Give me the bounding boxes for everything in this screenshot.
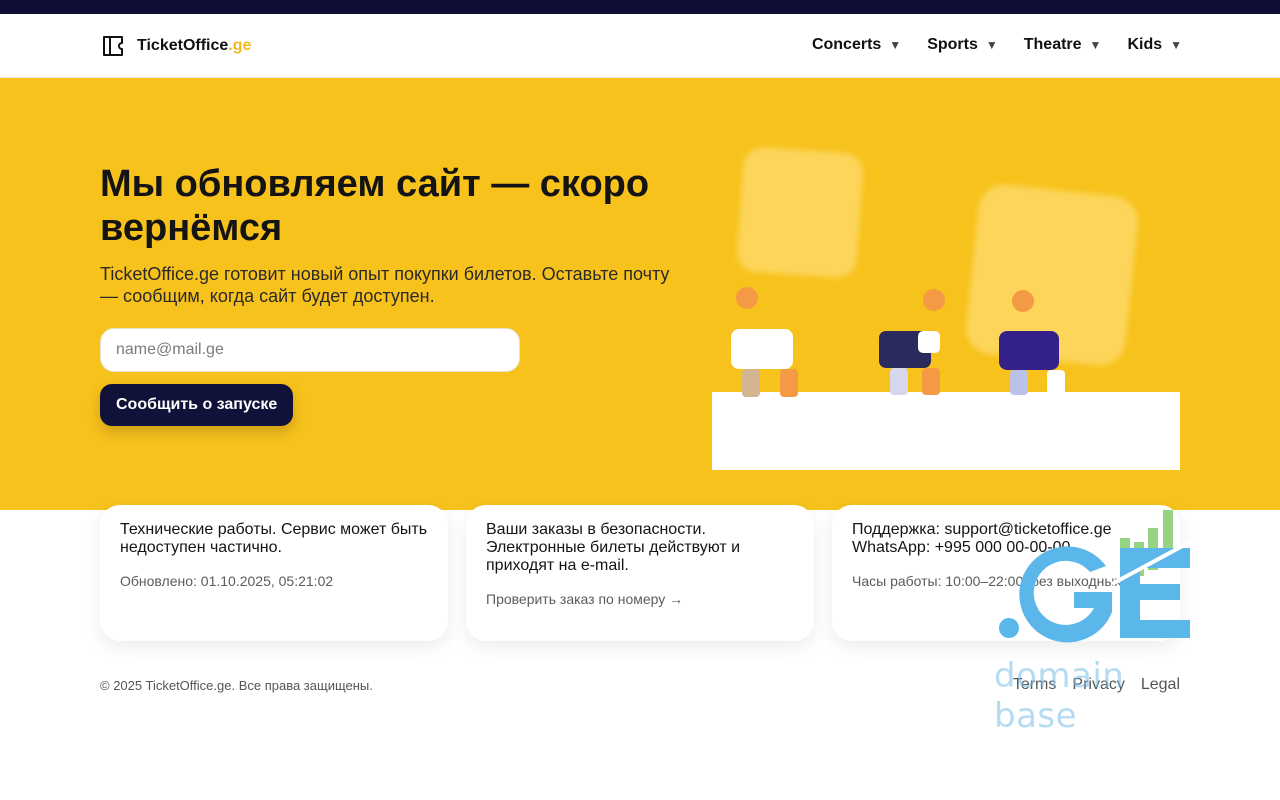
nav-label: Kids <box>1127 36 1163 53</box>
caret-down-icon: ▼ <box>1170 38 1182 52</box>
card-text: Технические работы. Сервис может быть не… <box>120 521 428 556</box>
maintenance-card: Технические работы. Сервис может быть не… <box>100 505 448 641</box>
top-bar <box>0 0 1280 14</box>
site-header: TicketOffice.ge Concerts ▼ Sports ▼ Theatr… <box>0 14 1280 78</box>
nav-sports[interactable]: Sports ▼ <box>927 36 998 54</box>
footer-link-privacy[interactable]: Privacy <box>1072 676 1124 694</box>
updated-timestamp: Обновлено: 01.10.2025, 05:21:02 <box>120 573 334 589</box>
info-cards: Технические работы. Сервис может быть не… <box>100 505 1180 641</box>
ticket-icon <box>103 36 123 56</box>
caret-down-icon: ▼ <box>1089 38 1102 52</box>
working-hours: Часы работы: 10:00–22:00, без выходных <box>852 573 1122 589</box>
logo-tld: .ge <box>228 37 252 54</box>
nav-concerts[interactable]: Concerts ▼ <box>812 36 901 54</box>
nav-kids[interactable]: Kids ▼ <box>1127 36 1182 54</box>
logo-text: TicketOffice.ge <box>137 37 251 55</box>
figure-middle <box>879 289 945 395</box>
notify-launch-button[interactable]: Сообщить о запуске <box>100 384 294 426</box>
hero-illustration <box>712 147 1180 470</box>
email-input[interactable] <box>100 328 520 372</box>
orders-card: Ваши заказы в безопасности. Электронные … <box>466 505 814 641</box>
hero-title: Мы обновляем сайт — скоро вернёмся <box>100 163 650 249</box>
main-nav: Concerts ▼ Sports ▼ Theatre ▼ Kids ▼ <box>812 36 1182 54</box>
support-card: Поддержка: support@ticketoffice.ge Whats… <box>832 505 1180 641</box>
logo[interactable]: TicketOffice.ge <box>101 34 251 58</box>
site-footer: © 2025 TicketOffice.ge. Все права защище… <box>100 676 1180 694</box>
nav-label: Sports <box>927 36 978 53</box>
caret-down-icon: ▼ <box>985 38 998 52</box>
nav-label: Theatre <box>1023 36 1082 53</box>
hero-section: Мы обновляем сайт — скоро вернёмся Ticke… <box>0 78 1280 510</box>
nav-label: Concerts <box>811 36 882 53</box>
support-email: Поддержка: support@ticketoffice.ge <box>852 521 1112 538</box>
caret-down-icon: ▼ <box>889 38 902 52</box>
footer-links: Terms Privacy Legal <box>1013 676 1180 694</box>
figure-left <box>731 287 798 397</box>
hero-subtitle: TicketOffice.ge готовит новый опыт покуп… <box>100 264 670 306</box>
support-whatsapp: WhatsApp: +995 000 00-00-00 <box>852 539 1071 556</box>
stage-platform <box>712 392 1180 470</box>
footer-link-legal[interactable]: Legal <box>1141 676 1180 694</box>
blurred-tile <box>737 147 863 278</box>
copyright: © 2025 TicketOffice.ge. Все права защище… <box>100 677 373 693</box>
nav-theatre[interactable]: Theatre ▼ <box>1024 36 1102 54</box>
watermark-text: domain base <box>994 656 1125 736</box>
check-order-link[interactable]: Проверить заказ по номеру → <box>486 591 794 607</box>
logo-name: TicketOffice <box>137 37 229 54</box>
footer-link-terms[interactable]: Terms <box>1013 676 1057 694</box>
card-text: Ваши заказы в безопасности. Электронные … <box>486 521 741 574</box>
